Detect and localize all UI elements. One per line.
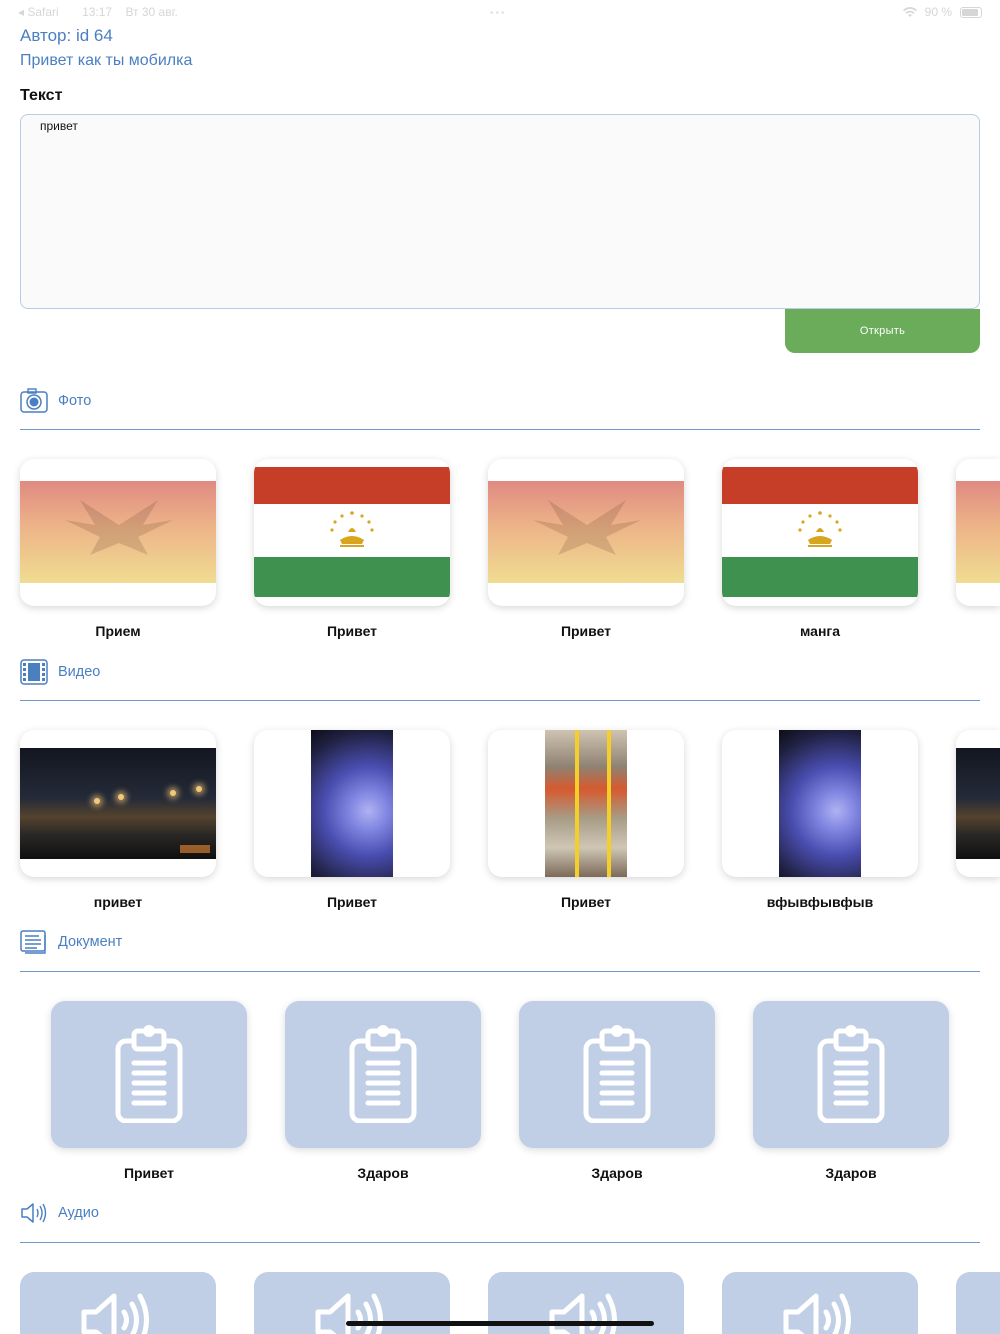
photo-label-4: манга: [799, 623, 841, 639]
audio-divider: [20, 1242, 980, 1243]
clipboard-icon: [115, 1025, 183, 1123]
battery-icon: [960, 6, 982, 18]
photo-section-header[interactable]: Фото: [20, 388, 91, 414]
document-label-3: Здаров: [591, 1165, 643, 1181]
photo-label-3: Привет: [560, 623, 612, 639]
speaker-icon: [549, 1293, 617, 1334]
text-area[interactable]: привет: [20, 114, 980, 309]
battery-percent: 90 %: [924, 5, 952, 19]
video-thumbnail: [20, 748, 216, 859]
photo-section-title: Фото: [58, 393, 92, 409]
text-label: Текст: [20, 87, 63, 104]
audio-card-4[interactable]: [722, 1272, 918, 1334]
audio-section-title: Аудио: [58, 1205, 99, 1221]
document-card-3[interactable]: [519, 1001, 715, 1148]
photo-card-partial[interactable]: [956, 459, 1000, 606]
photo-label-2: Привет: [326, 623, 378, 639]
speaker-icon: [783, 1293, 851, 1334]
audio-card-partial[interactable]: [956, 1272, 1000, 1334]
clipboard-icon: [583, 1025, 651, 1123]
document-icon: [20, 930, 46, 954]
back-to-app[interactable]: ◂ Safari: [18, 5, 69, 19]
status-time: 13:17: [82, 5, 113, 19]
document-card-4[interactable]: [753, 1001, 949, 1148]
photo-card-2[interactable]: [254, 459, 450, 606]
document-card-2[interactable]: [285, 1001, 481, 1148]
video-label-1: привет: [93, 894, 143, 910]
speaker-icon: [21, 1203, 47, 1223]
flag-image: [722, 467, 918, 597]
photo-card-4[interactable]: [722, 459, 918, 606]
video-section-title: Видео: [58, 664, 101, 680]
video-section-header[interactable]: Видео: [20, 659, 100, 685]
video-label-3: Привет: [560, 894, 612, 910]
film-icon: [20, 659, 48, 685]
video-thumbnail: [779, 730, 861, 877]
video-card-partial[interactable]: [956, 730, 1000, 877]
audio-card-1[interactable]: [20, 1272, 216, 1334]
document-label-1: Привет: [123, 1165, 175, 1181]
speaker-icon: [315, 1293, 383, 1334]
video-card-2[interactable]: [254, 730, 450, 877]
document-card-1[interactable]: [51, 1001, 247, 1148]
photo-card-3[interactable]: [488, 459, 684, 606]
photo-card-1[interactable]: [20, 459, 216, 606]
video-card-4[interactable]: [722, 730, 918, 877]
status-date: Вт 30 авг.: [125, 5, 178, 19]
video-thumbnail: [311, 730, 393, 877]
eagle-image: [20, 481, 216, 583]
camera-icon: [20, 388, 48, 413]
eagle-image: [956, 481, 1000, 583]
document-label-2: Здаров: [357, 1165, 409, 1181]
video-card-3[interactable]: [488, 730, 684, 877]
eagle-image: [488, 481, 684, 583]
video-thumbnail: [545, 730, 627, 877]
clipboard-icon: [817, 1025, 885, 1123]
photo-divider: [20, 429, 980, 430]
video-card-1[interactable]: [20, 730, 216, 877]
home-indicator[interactable]: [346, 1321, 654, 1326]
document-section-title: Документ: [58, 934, 123, 950]
video-label-2: Привет: [326, 894, 378, 910]
document-label-4: Здаров: [825, 1165, 877, 1181]
document-section-header[interactable]: Документ: [20, 930, 122, 954]
open-button[interactable]: Открыть: [785, 309, 980, 353]
clipboard-icon: [349, 1025, 417, 1123]
multitask-dots[interactable]: •••: [490, 8, 507, 19]
author-line: Автор: id 64: [20, 26, 113, 45]
speaker-icon: [81, 1293, 149, 1334]
video-divider: [20, 700, 980, 701]
post-title: Привет как ты мобилка: [20, 52, 193, 69]
photo-label-1: Прием: [95, 623, 141, 639]
flag-image: [254, 467, 450, 597]
video-label-4: вфывфывфыв: [766, 894, 874, 910]
wifi-icon: [902, 6, 917, 17]
video-thumbnail: [956, 748, 1000, 859]
audio-section-header[interactable]: Аудио: [20, 1201, 99, 1225]
document-divider: [20, 971, 980, 972]
